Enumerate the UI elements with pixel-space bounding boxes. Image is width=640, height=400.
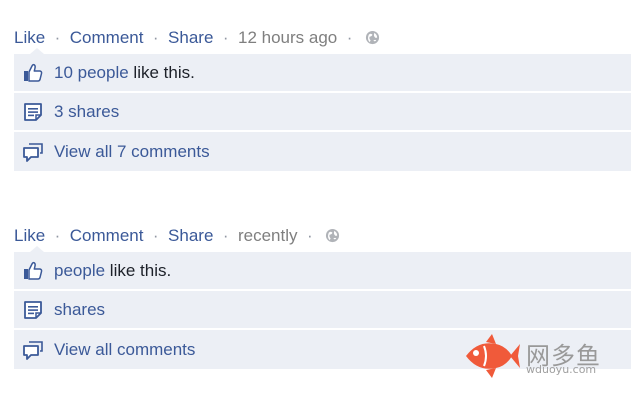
separator: ·: [148, 28, 164, 47]
timestamp[interactable]: 12 hours ago: [238, 28, 337, 47]
comment-link[interactable]: Comment: [70, 226, 144, 245]
like-link[interactable]: Like: [14, 226, 45, 245]
likes-row: people like this.: [14, 252, 631, 291]
separator: ·: [302, 226, 318, 245]
share-doc-icon: [23, 102, 43, 122]
view-comments-link[interactable]: View all comments: [54, 340, 195, 360]
shares-row: shares: [14, 291, 631, 330]
likes-count-link[interactable]: people: [54, 261, 105, 281]
comment-link[interactable]: Comment: [70, 28, 144, 47]
separator: ·: [49, 226, 66, 245]
likes-suffix: like this.: [105, 260, 172, 280]
likes-row: 10 people like this.: [14, 54, 631, 93]
separator: ·: [341, 28, 358, 47]
comment-bubble-icon: [23, 340, 43, 360]
globe-icon[interactable]: [325, 226, 340, 250]
shares-link[interactable]: 3 shares: [54, 102, 119, 122]
globe-icon[interactable]: [365, 28, 380, 52]
action-bar: Like · Comment · Share · 12 hours ago ·: [14, 26, 631, 50]
fish-logo-icon: [462, 332, 520, 385]
likes-count-link[interactable]: 10 people: [54, 63, 129, 83]
timestamp[interactable]: recently: [238, 226, 298, 245]
shares-row: 3 shares: [14, 93, 631, 132]
thumbs-up-icon[interactable]: [23, 63, 43, 83]
comments-row: View all 7 comments: [14, 132, 631, 171]
separator: ·: [218, 226, 234, 245]
panel-caret: [30, 246, 44, 252]
likes-suffix: like this.: [128, 62, 195, 82]
share-link[interactable]: Share: [168, 226, 213, 245]
separator: ·: [148, 226, 164, 245]
view-comments-link[interactable]: View all 7 comments: [54, 142, 210, 162]
thumbs-up-icon[interactable]: [23, 261, 43, 281]
like-link[interactable]: Like: [14, 28, 45, 47]
feedback-panel: 10 people like this. 3 shares View all 7…: [14, 48, 631, 171]
post-footer: Like · Comment · Share · 12 hours ago · …: [14, 26, 631, 171]
share-doc-icon: [23, 300, 43, 320]
separator: ·: [49, 28, 66, 47]
comment-bubble-icon: [23, 142, 43, 162]
share-link[interactable]: Share: [168, 28, 213, 47]
action-bar: Like · Comment · Share · recently ·: [14, 224, 631, 248]
panel-caret: [30, 48, 44, 54]
watermark-en: wduoyu.com: [526, 363, 597, 376]
shares-link[interactable]: shares: [54, 300, 105, 320]
watermark: 网多鱼 wduoyu.com: [462, 330, 612, 380]
separator: ·: [218, 28, 234, 47]
